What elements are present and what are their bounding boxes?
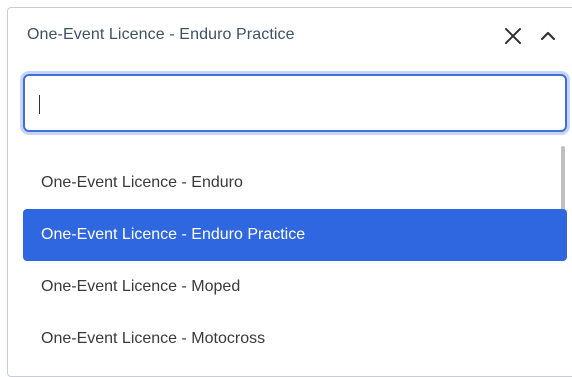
options-list: One-Event Licence - Enduro One-Event Lic…	[8, 156, 572, 376]
option-item[interactable]: One-Event Licence - Motocross	[23, 313, 567, 365]
chevron-up-icon[interactable]	[540, 28, 556, 44]
clear-icon[interactable]	[503, 26, 523, 46]
search-input[interactable]	[35, 84, 555, 122]
text-caret	[39, 95, 40, 114]
licence-select-dropdown[interactable]: One-Event Licence - Enduro Practice One-…	[7, 7, 572, 377]
option-item-selected[interactable]: One-Event Licence - Enduro Practice	[23, 209, 567, 261]
option-item[interactable]: One-Event Licence - Enduro	[23, 157, 567, 209]
selected-value: One-Event Licence - Enduro Practice	[27, 26, 295, 43]
option-label: One-Event Licence - Enduro Practice	[41, 226, 306, 243]
option-label: One-Event Licence - Moped	[41, 278, 241, 295]
option-label: One-Event Licence - Motocross	[41, 330, 266, 347]
search-box[interactable]	[23, 74, 567, 132]
select-header[interactable]: One-Event Licence - Enduro Practice	[8, 8, 572, 64]
option-label: One-Event Licence - Enduro	[41, 174, 243, 191]
option-item[interactable]: One-Event Licence - Moped	[23, 261, 567, 313]
